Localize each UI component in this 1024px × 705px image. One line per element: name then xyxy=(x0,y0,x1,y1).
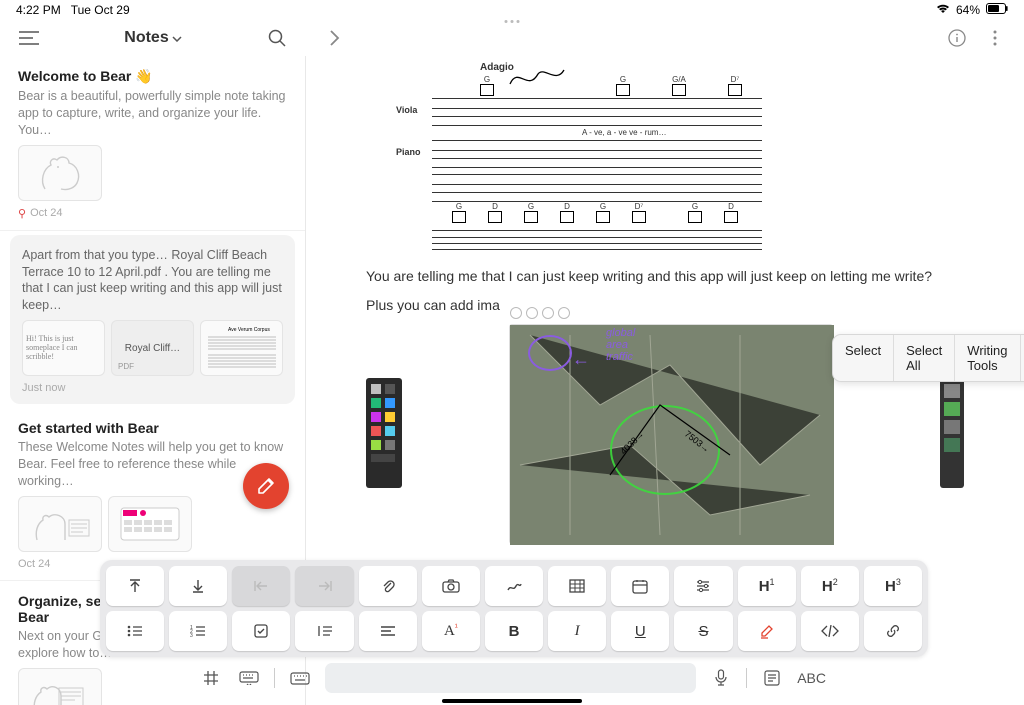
key-link[interactable] xyxy=(864,611,922,651)
menu-autofill[interactable]: AutoFill xyxy=(1021,335,1024,381)
info-icon[interactable] xyxy=(942,23,972,53)
note-snippet: Bear is a beautiful, powerfully simple n… xyxy=(18,88,287,139)
menu-icon[interactable] xyxy=(14,23,44,53)
map-image: ← globalareatraffic 4038→7503→ xyxy=(509,324,833,544)
key-italic[interactable]: I xyxy=(548,611,606,651)
svg-text:3: 3 xyxy=(190,633,193,637)
notes-dropdown[interactable]: Notes xyxy=(124,29,181,47)
scan-text-icon[interactable] xyxy=(759,665,785,691)
note-date: Just now xyxy=(22,382,65,394)
abc-button[interactable]: ABC xyxy=(797,665,826,691)
key-outdent[interactable] xyxy=(232,566,290,606)
thumbnail xyxy=(18,145,102,201)
svg-text:4038→: 4038→ xyxy=(618,429,646,457)
key-h1[interactable]: H1 xyxy=(738,566,796,606)
key-quote[interactable] xyxy=(295,611,353,651)
pin-icon: ⚲ xyxy=(18,207,26,220)
thumbnail xyxy=(18,496,102,552)
key-code[interactable] xyxy=(801,611,859,651)
header-title: Notes xyxy=(124,29,168,47)
grid-icon[interactable] xyxy=(198,665,224,691)
menu-select[interactable]: Select xyxy=(833,335,894,381)
formatting-toolbar: H1 H2 H3 123 A¹ B I U S xyxy=(100,560,928,657)
battery-icon xyxy=(986,3,1008,17)
key-camera[interactable] xyxy=(422,566,480,606)
keyboard-bottom-bar: ABC xyxy=(198,661,826,695)
search-icon[interactable] xyxy=(262,23,292,53)
key-bullet-list[interactable] xyxy=(106,611,164,651)
note-snippet: Apart from that you type… Royal Cliff Be… xyxy=(22,247,283,315)
menu-select-all[interactable]: Select All xyxy=(894,335,955,381)
key-text-style[interactable]: A¹ xyxy=(422,611,480,651)
thumbnail-music: Ave Verum Corpus xyxy=(200,320,283,376)
keyboard-float-icon[interactable] xyxy=(287,665,313,691)
drag-handle-icon[interactable] xyxy=(505,20,520,23)
compose-button[interactable] xyxy=(243,463,289,509)
key-strikethrough[interactable]: S xyxy=(674,611,732,651)
key-sliders[interactable] xyxy=(674,566,732,606)
thumbnail-scribble: Hi! This is just someplace I can scribbl… xyxy=(22,320,105,376)
key-checkbox[interactable] xyxy=(232,611,290,651)
key-indent[interactable] xyxy=(295,566,353,606)
map-palette-left xyxy=(366,378,402,488)
home-indicator[interactable] xyxy=(442,699,582,703)
note-date: Oct 24 xyxy=(30,207,62,219)
key-h3[interactable]: H3 xyxy=(864,566,922,606)
key-h2[interactable]: H2 xyxy=(801,566,859,606)
key-sketch[interactable] xyxy=(485,566,543,606)
note-item-selected[interactable]: Apart from that you type… Royal Cliff Be… xyxy=(10,235,295,405)
key-table[interactable] xyxy=(548,566,606,606)
text-input-field[interactable] xyxy=(325,663,696,693)
keyboard-icon[interactable] xyxy=(236,665,262,691)
svg-text:7503→: 7503→ xyxy=(683,429,712,455)
note-title: Welcome to Bear 👋 xyxy=(18,68,287,85)
thumbnail xyxy=(108,496,192,552)
key-highlight[interactable] xyxy=(738,611,796,651)
note-title: Get started with Bear xyxy=(18,420,287,436)
note-date: Oct 24 xyxy=(18,558,50,570)
status-time: 4:22 PM xyxy=(16,3,61,17)
key-underline[interactable]: U xyxy=(611,611,669,651)
status-bar: 4:22 PM Tue Oct 29 64% xyxy=(0,0,1024,20)
chevron-down-icon xyxy=(172,29,182,47)
note-item[interactable]: Welcome to Bear 👋 Bear is a beautiful, p… xyxy=(0,56,305,231)
sheet-music-image: Adagio G G G/A D⁷ Viola A - ve, a - ve v… xyxy=(432,62,762,252)
map-palette-right xyxy=(940,378,964,488)
thumbnail xyxy=(18,668,102,705)
body-text-line1: You are telling me that I can just keep … xyxy=(366,266,964,287)
key-move-up[interactable] xyxy=(106,566,164,606)
key-move-down[interactable] xyxy=(169,566,227,606)
key-date[interactable] xyxy=(611,566,669,606)
menu-writing-tools[interactable]: Writing Tools xyxy=(955,335,1020,381)
context-menu: Select Select All Writing Tools AutoFill… xyxy=(832,334,1024,382)
battery-percent: 64% xyxy=(956,3,980,17)
key-number-list[interactable]: 123 xyxy=(169,611,227,651)
key-bold[interactable]: B xyxy=(485,611,543,651)
more-vertical-icon[interactable] xyxy=(980,23,1010,53)
svg-text:Ave Verum Corpus: Ave Verum Corpus xyxy=(228,327,270,333)
mic-icon[interactable] xyxy=(708,665,734,691)
key-attach[interactable] xyxy=(359,566,417,606)
back-chevron-icon[interactable] xyxy=(320,23,350,53)
key-align[interactable] xyxy=(359,611,417,651)
status-date: Tue Oct 29 xyxy=(71,3,130,17)
body-text-line2: Plus you can add ima xyxy=(366,295,964,316)
wifi-icon xyxy=(936,3,950,17)
thumbnail-pdf: Royal Cliff… PDF xyxy=(111,320,194,376)
